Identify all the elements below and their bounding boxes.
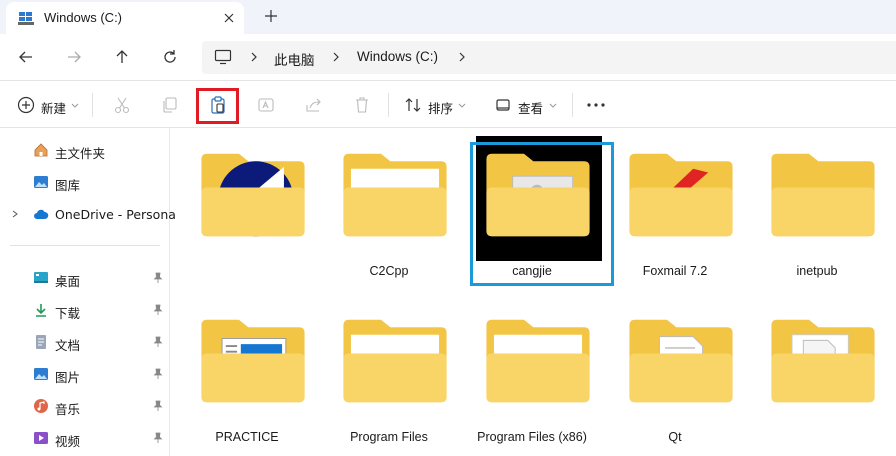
share-icon[interactable] [304,95,324,115]
folder-name: Foxmail 7.2 [642,264,708,278]
copy-icon[interactable] [160,95,180,115]
folder-name: Program Files [350,430,428,444]
folder-icon [771,319,875,403]
desktop-icon [34,272,48,283]
chevron-down-icon[interactable] [70,95,80,115]
sidebar-divider [10,245,160,246]
sidebar-item-downloads[interactable]: 下载 [0,296,168,324]
download-icon [36,304,46,317]
breadcrumb-this-pc[interactable]: 此电脑 [274,49,315,69]
document-icon [36,335,46,349]
rename-icon[interactable] [256,95,276,115]
folder-name: Qt [668,430,682,444]
address-bar[interactable]: 此电脑 Windows (C:) [202,41,896,74]
folder-item[interactable]: inetpub [746,128,876,288]
folder-name: inetpub [796,264,838,278]
folder-icon [629,153,733,237]
sidebar-item-music[interactable]: 音乐 [0,392,168,420]
sidebar-item-pictures[interactable]: 图片 [0,360,168,388]
chevron-right-icon[interactable] [10,209,20,219]
folder-item[interactable] [176,128,306,288]
folder-item[interactable]: C2Cpp [318,128,448,288]
sidebar-item-videos[interactable]: 视频 [0,424,168,452]
new-plus-icon[interactable] [16,95,36,115]
pin-icon[interactable] [152,304,164,316]
cloud-icon [34,209,49,219]
folder-icon [201,153,305,237]
folder-icon [771,153,875,237]
command-bar: 新建 排序 查看 [0,80,896,128]
view-icon[interactable] [493,95,513,115]
back-arrow-icon[interactable] [16,47,36,67]
toolbar-divider [388,93,389,117]
pin-icon[interactable] [152,368,164,380]
view-button-label[interactable]: 查看 [518,98,543,117]
tab-title: Windows (C:) [44,10,123,25]
folder-item[interactable]: Qt [604,294,734,454]
forward-arrow-icon[interactable] [64,47,84,67]
refresh-icon[interactable] [160,47,180,67]
chevron-right-icon [251,52,257,62]
tab-bar: Windows (C:) [0,0,896,34]
toolbar-divider [572,93,573,117]
folder-item[interactable]: Program Files [318,294,448,454]
chevron-right-icon [333,52,339,62]
breadcrumb-windows-c[interactable]: Windows (C:) [357,49,438,64]
toolbar-divider [92,93,93,117]
delete-icon[interactable] [352,95,372,115]
pin-icon[interactable] [152,400,164,412]
cut-icon[interactable] [112,95,132,115]
close-icon[interactable] [220,9,238,27]
drive-icon [18,12,34,25]
pictures-icon [34,368,48,380]
folder-item[interactable]: PRACTICE [176,294,306,454]
folder-item[interactable]: Foxmail 7.2 [604,128,734,288]
sidebar-item-onedrive[interactable]: OneDrive - Persona [0,200,176,228]
folder-name: PRACTICE [215,430,279,444]
folder-icon [629,319,733,403]
computer-icon [214,49,232,65]
folder-name: Program Files (x86) [477,430,587,444]
chevron-down-icon[interactable] [457,95,467,115]
folder-icon [343,319,447,403]
folder-name: C2Cpp [369,264,409,278]
sidebar-item-home[interactable]: 主文件夹 [0,136,168,164]
sort-button-label[interactable]: 排序 [428,98,453,117]
tab-windows-c[interactable]: Windows (C:) [6,2,244,34]
sidebar-item-documents[interactable]: 文档 [0,328,168,356]
gallery-icon [34,176,48,188]
chevron-right-icon[interactable] [456,50,468,64]
selection-highlight-box [470,142,614,286]
video-icon [34,432,48,444]
sidebar-item-desktop[interactable]: 桌面 [0,264,168,292]
music-icon [34,399,48,413]
new-tab-icon[interactable] [262,7,280,25]
folder-icon [343,153,447,237]
paste-highlight-box [196,88,239,124]
new-button-label[interactable]: 新建 [41,98,66,117]
pin-icon[interactable] [152,432,164,444]
navigation-pane: 主文件夹 图库 OneDrive - Persona 桌面 下载 文档 图片 音… [0,128,176,456]
up-arrow-icon[interactable] [112,47,132,67]
sidebar-item-gallery[interactable]: 图库 [0,168,168,196]
folder-icon [201,319,305,403]
home-icon [34,143,48,157]
pin-icon[interactable] [152,272,164,284]
pin-icon[interactable] [152,336,164,348]
chevron-down-icon[interactable] [548,95,558,115]
folder-item[interactable]: Program Files (x86) [461,294,591,454]
folder-item[interactable] [746,294,876,454]
more-options-icon[interactable] [584,95,608,115]
sort-icon[interactable] [403,95,423,115]
folder-icon [486,319,590,403]
address-row: 此电脑 Windows (C:) [0,34,896,80]
